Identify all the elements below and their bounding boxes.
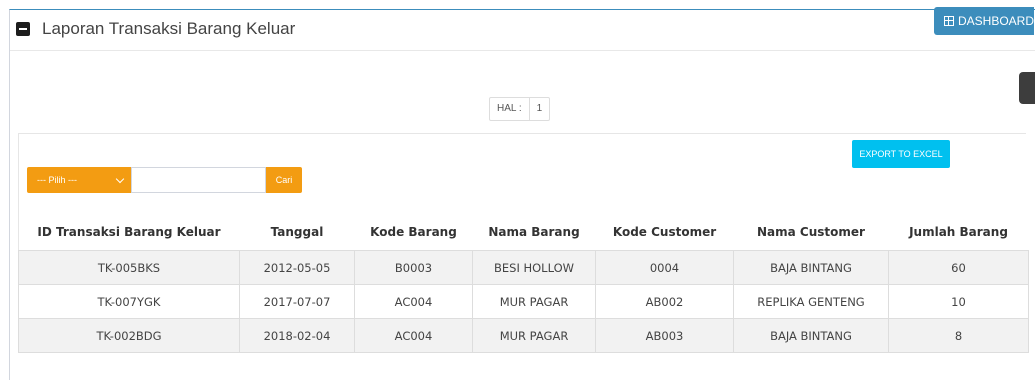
column-header: Tanggal [239,214,355,251]
filter-select[interactable]: --- Pilih --- [27,167,131,193]
dashboard-button[interactable]: DASHBOARD [934,7,1034,35]
box-header: Laporan Transaksi Barang Keluar [10,10,1035,51]
table-cell: REPLIKA GENTENG [733,284,889,319]
column-header: Nama Customer [733,214,889,251]
table-cell: 60 [888,250,1029,285]
table-row: TK-007YGK 2017-07-07 AC004 MUR PAGAR AB0… [18,284,1029,319]
table-cell: 0004 [595,250,734,285]
search-button[interactable]: Cari [266,167,302,193]
table-cell: 10 [888,284,1029,319]
chevron-down-icon [115,174,125,184]
export-excel-button[interactable]: EXPORT TO EXCEL [852,140,950,168]
table-cell: AC004 [354,284,473,319]
table-cell: 8 [888,318,1029,353]
table-row: TK-005BKS 2012-05-05 B0003 BESI HOLLOW 0… [18,250,1029,285]
table-header-row: ID Transaksi Barang Keluar Tanggal Kode … [18,214,1029,251]
column-header: Nama Barang [472,214,596,251]
table-cell: BAJA BINTANG [733,250,889,285]
table-cell: 2012-05-05 [239,250,355,285]
table-cell: AB003 [595,318,734,353]
table-cell: BESI HOLLOW [472,250,596,285]
table-cell: MUR PAGAR [472,284,596,319]
column-header: ID Transaksi Barang Keluar [18,214,240,251]
table-row: TK-002BDG 2018-02-04 AC004 MUR PAGAR AB0… [18,318,1029,353]
dashboard-button-label: DASHBOARD [957,14,1034,28]
page-title: Laporan Transaksi Barang Keluar [42,19,296,38]
table-cell: AC004 [354,318,473,353]
table-cell: TK-002BDG [18,318,240,353]
filter-select-value: --- Pilih --- [37,175,77,185]
search-input[interactable] [131,167,266,193]
plus-square-icon [944,16,954,26]
collapse-minus-icon[interactable] [16,22,30,36]
table-cell: 2018-02-04 [239,318,355,353]
page-number-1[interactable]: 1 [528,98,550,120]
column-header: Jumlah Barang [888,214,1029,251]
table-cell: 2017-07-07 [239,284,355,319]
pagination: HAL : 1 [489,97,551,121]
table-cell: TK-007YGK [18,284,240,319]
pagination-label: HAL : [497,103,522,114]
column-header: Kode Customer [595,214,734,251]
transactions-table: ID Transaksi Barang Keluar Tanggal Kode … [18,214,1029,353]
table-cell: BAJA BINTANG [733,318,889,353]
column-header: Kode Barang [354,214,473,251]
side-tab[interactable] [1019,72,1035,104]
table-cell: TK-005BKS [18,250,240,285]
table-cell: MUR PAGAR [472,318,596,353]
table-cell: B0003 [354,250,473,285]
table-cell: AB002 [595,284,734,319]
